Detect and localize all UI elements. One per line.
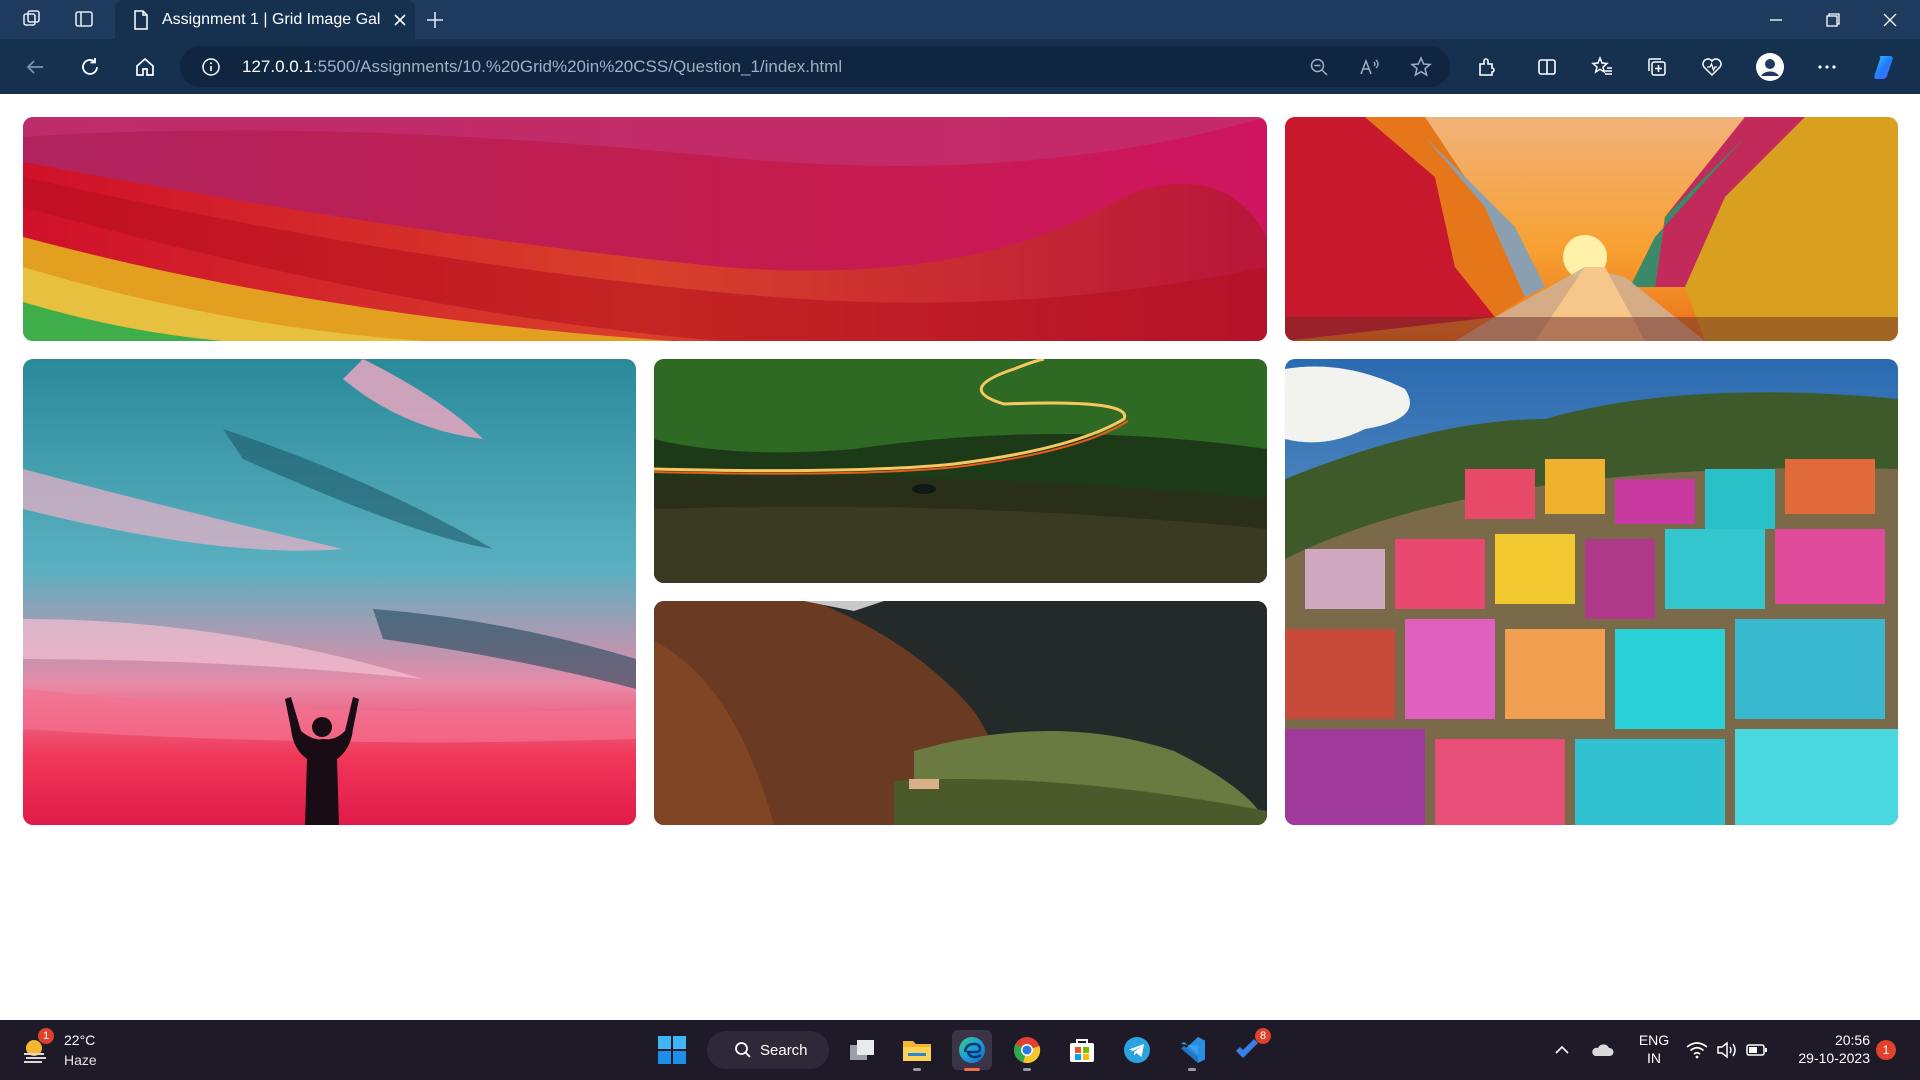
extensions-icon[interactable] xyxy=(1472,52,1502,82)
taskbar-search[interactable]: Search xyxy=(707,1031,829,1069)
address-bar[interactable]: 127.0.0.1:5500/Assignments/10.%20Grid%20… xyxy=(180,46,1450,87)
chrome-icon[interactable] xyxy=(1007,1030,1047,1071)
language-indicator[interactable]: ENG IN xyxy=(1636,1031,1672,1067)
running-indicator xyxy=(1188,1068,1196,1071)
vscode-icon[interactable] xyxy=(1172,1030,1212,1071)
language-code: ENG xyxy=(1638,1032,1670,1048)
url-host: 127.0.0.1 xyxy=(242,57,313,76)
favorites-icon[interactable] xyxy=(1587,52,1617,82)
browser-essentials-icon[interactable] xyxy=(1697,52,1727,82)
browser-toolbar: 127.0.0.1:5500/Assignments/10.%20Grid%20… xyxy=(0,39,1920,94)
profile-avatar[interactable] xyxy=(1755,52,1785,82)
windows-taskbar: 1 22°C Haze Search 8 ENG IN 20:56 29-10-… xyxy=(0,1020,1920,1080)
region-code: IN xyxy=(1647,1050,1661,1066)
favorite-star-icon[interactable] xyxy=(1408,54,1434,80)
clock-date: 29-10-2023 xyxy=(1798,1050,1870,1066)
colorful-hillside-town-photo xyxy=(1285,359,1898,825)
restore-icon[interactable] xyxy=(1805,0,1861,39)
wifi-icon[interactable] xyxy=(1685,1038,1709,1062)
minimize-icon[interactable] xyxy=(1748,0,1804,39)
todo-icon[interactable]: 8 xyxy=(1227,1028,1271,1070)
todo-badge: 8 xyxy=(1255,1028,1271,1044)
running-indicator xyxy=(913,1068,921,1071)
search-icon xyxy=(734,1041,752,1059)
clock-time: 20:56 xyxy=(1834,1032,1870,1048)
new-tab-button[interactable] xyxy=(422,7,448,33)
split-screen-icon[interactable] xyxy=(1532,52,1562,82)
close-window-icon[interactable] xyxy=(1862,0,1918,39)
edge-icon[interactable] xyxy=(952,1030,992,1071)
running-indicator xyxy=(1023,1068,1031,1071)
browser-title-bar: Assignment 1 | Grid Image Gallery xyxy=(0,0,1920,39)
search-label: Search xyxy=(760,1041,808,1059)
abstract-waves-photo xyxy=(23,117,1267,341)
image-grid xyxy=(23,117,1898,825)
notification-badge[interactable]: 1 xyxy=(1876,1040,1896,1060)
weather-widget[interactable]: 1 22°C Haze xyxy=(20,1028,110,1072)
page-icon xyxy=(130,9,152,31)
volume-icon[interactable] xyxy=(1715,1038,1739,1062)
refresh-icon[interactable] xyxy=(75,52,105,82)
task-view-icon[interactable] xyxy=(842,1030,882,1070)
tab-actions-icon[interactable] xyxy=(72,7,96,31)
more-icon[interactable] xyxy=(1812,52,1842,82)
telegram-icon[interactable] xyxy=(1117,1030,1157,1070)
active-indicator xyxy=(964,1068,980,1071)
read-aloud-icon[interactable] xyxy=(1357,54,1383,80)
collections-icon[interactable] xyxy=(1642,52,1672,82)
chevron-up-icon[interactable] xyxy=(1550,1038,1574,1062)
onedrive-icon[interactable] xyxy=(1590,1038,1614,1062)
battery-icon[interactable] xyxy=(1745,1038,1769,1062)
close-icon[interactable] xyxy=(390,10,410,30)
system-clock[interactable]: 20:56 29-10-2023 xyxy=(1780,1031,1870,1067)
windows-start-icon[interactable] xyxy=(652,1030,692,1070)
page-viewport xyxy=(0,94,1920,1020)
tab-active[interactable]: Assignment 1 | Grid Image Gallery xyxy=(115,0,415,39)
url-path: :5500/Assignments/10.%20Grid%20in%20CSS/… xyxy=(312,57,843,76)
weather-temperature: 22°C xyxy=(64,1032,96,1048)
sky-silhouette-photo xyxy=(23,359,636,825)
url-text[interactable]: 127.0.0.1:5500/Assignments/10.%20Grid%20… xyxy=(242,57,842,77)
back-icon[interactable] xyxy=(20,52,50,82)
copilot-icon[interactable] xyxy=(1870,52,1900,82)
info-icon[interactable] xyxy=(200,56,222,78)
home-icon[interactable] xyxy=(130,52,160,82)
tab-title: Assignment 1 | Grid Image Gallery xyxy=(162,10,380,28)
canal-town-photo xyxy=(1285,117,1898,341)
winding-road-photo xyxy=(654,359,1267,583)
workspaces-icon[interactable] xyxy=(20,7,44,31)
file-explorer-icon[interactable] xyxy=(897,1030,937,1071)
zoom-out-icon[interactable] xyxy=(1306,54,1332,80)
weather-badge: 1 xyxy=(38,1028,54,1044)
forest-valley-photo xyxy=(654,601,1267,825)
weather-condition: Haze xyxy=(64,1052,97,1068)
microsoft-store-icon[interactable] xyxy=(1062,1030,1102,1070)
